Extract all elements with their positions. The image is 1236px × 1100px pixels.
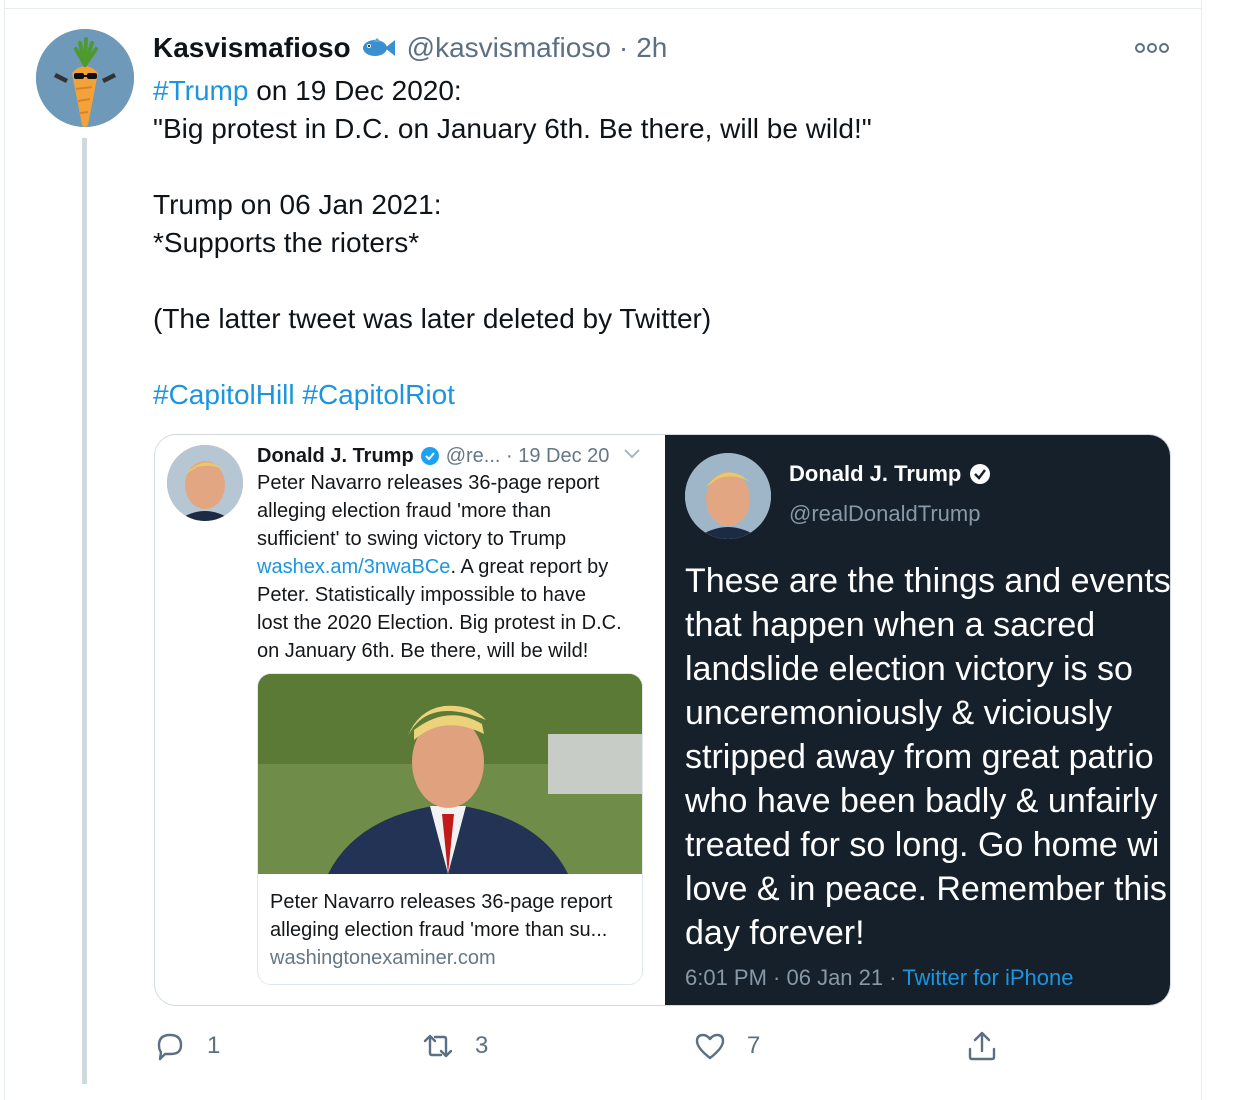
- embedded-header: Donald J. Trump: [789, 461, 991, 487]
- embedded-line: treated for so long. Go home wi: [685, 826, 1160, 864]
- tweet-line: #Trump on 19 Dec 2020:: [153, 72, 872, 110]
- embedded-header: Donald J. Trump @re... · 19 Dec 20: [257, 443, 609, 469]
- author-avatar[interactable]: [36, 29, 134, 127]
- share-button[interactable]: [965, 1028, 999, 1064]
- embedded-line: day forever!: [685, 914, 865, 952]
- retweet-count: 3: [475, 1032, 489, 1059]
- tweet-actions: 1 3 7: [153, 1028, 1013, 1064]
- embedded-line: landslide election victory is so: [685, 650, 1133, 688]
- embedded-avatar: [167, 445, 243, 521]
- tweet-line-text: on 19 Dec 2020:: [248, 75, 462, 106]
- tweet-line: Trump on 06 Jan 2021:: [153, 189, 442, 220]
- embedded-line: who have been badly & unfairly: [685, 782, 1158, 820]
- embedded-line: Peter Navarro releases 36-page report: [257, 472, 600, 494]
- embedded-line: Peter. Statistically impossible to have: [257, 584, 587, 606]
- embedded-name: Donald J. Trump: [789, 461, 962, 486]
- author-display-name[interactable]: Kasvismafioso: [153, 32, 351, 64]
- link-card-photo: [258, 674, 642, 874]
- link-card-text: Peter Navarro releases 36-page report al…: [270, 888, 612, 972]
- embedded-line: lost the 2020 Election. Big protest in D…: [257, 612, 622, 634]
- embedded-link: washex.am/3nwaBCe: [257, 556, 451, 578]
- carrot-icon: [36, 29, 134, 127]
- timeline-border-left: [4, 0, 5, 1100]
- tweet-line: (The latter tweet was later deleted by T…: [153, 303, 712, 334]
- photo-person-icon: [258, 674, 642, 874]
- portrait-icon: [685, 453, 771, 539]
- tweet-text: #Trump on 19 Dec 2020: "Big protest in D…: [153, 72, 872, 414]
- more-options-icon[interactable]: [1132, 38, 1172, 58]
- link-card-domain: washingtonexaminer.com: [270, 947, 496, 969]
- embedded-handle: @realDonaldTrump: [789, 501, 981, 526]
- timeline-border-top: [4, 8, 1202, 9]
- screenshot-left: Donald J. Trump @re... · 19 Dec 20 Peter…: [155, 435, 665, 1005]
- embedded-line: unceremoniously & viciously: [685, 694, 1113, 732]
- embedded-footer-source: Twitter for iPhone: [902, 965, 1074, 990]
- retweet-button[interactable]: 3: [421, 1028, 488, 1064]
- header-separator: ·: [618, 32, 629, 63]
- reply-count: 1: [207, 1032, 221, 1059]
- embedded-line: alleging election fraud 'more than: [257, 500, 552, 522]
- hashtags-line[interactable]: #CapitolHill #CapitolRiot: [153, 376, 872, 414]
- screenshot-right: Donald J. Trump @realDonaldTrump These a…: [665, 435, 1171, 1005]
- verified-badge-icon: [970, 464, 991, 484]
- reply-icon: [157, 1033, 183, 1061]
- fish-icon: [362, 38, 395, 56]
- tweet-header: Kasvismafioso @kasvismafioso · 2h: [153, 30, 667, 66]
- author-handle[interactable]: @kasvismafioso: [407, 32, 611, 64]
- portrait-icon: [167, 445, 243, 521]
- embedded-line: These are the things and events: [685, 562, 1171, 600]
- like-button[interactable]: 7: [693, 1028, 760, 1064]
- embedded-line: love & in peace. Remember this: [685, 870, 1167, 908]
- embedded-line: stripped away from great patrio: [685, 738, 1154, 776]
- timeline-border-right: [1201, 0, 1202, 1100]
- tweet-line: *Supports the rioters*: [153, 227, 420, 258]
- retweet-icon: [423, 1034, 453, 1058]
- heart-icon: [695, 1033, 725, 1060]
- embedded-line: on January 6th. Be there, will be wild!: [257, 640, 589, 662]
- embedded-name: Donald J. Trump: [257, 444, 414, 467]
- embedded-avatar: [685, 453, 771, 539]
- chevron-down-icon: [624, 449, 640, 459]
- thread-line: [82, 138, 87, 1084]
- attached-image[interactable]: Donald J. Trump @re... · 19 Dec 20 Peter…: [154, 434, 1171, 1006]
- embedded-footer-time: 6:01 PM · 06 Jan 21 ·: [685, 965, 903, 990]
- embedded-meta: @re... · 19 Dec 20: [445, 444, 610, 467]
- tweet-timestamp[interactable]: 2h: [636, 32, 667, 64]
- verified-badge-icon: [420, 447, 439, 465]
- hashtag-trump[interactable]: #Trump: [153, 75, 248, 106]
- reply-button[interactable]: 1: [153, 1028, 220, 1064]
- link-card-title: Peter Navarro releases 36-page report: [270, 891, 613, 913]
- embedded-line: sufficient' to swing victory to Trump: [257, 528, 567, 550]
- like-count: 7: [747, 1032, 761, 1059]
- embedded-line-text: . A great report by: [450, 556, 609, 578]
- embedded-body: Peter Navarro releases 36-page report al…: [257, 469, 622, 665]
- tweet-line: "Big protest in D.C. on January 6th. Be …: [153, 113, 872, 144]
- embedded-line: that happen when a sacred: [685, 606, 1096, 644]
- embedded-line: washex.am/3nwaBCe. A great report by: [257, 553, 622, 581]
- embedded-body: These are the things and events that hap…: [685, 559, 1171, 955]
- link-card-title: alleging election fraud 'more than su...: [270, 919, 608, 941]
- embedded-footer: 6:01 PM · 06 Jan 21 · Twitter for iPhone: [685, 965, 1073, 991]
- share-icon: [968, 1031, 996, 1061]
- link-card: Peter Navarro releases 36-page report al…: [257, 673, 643, 985]
